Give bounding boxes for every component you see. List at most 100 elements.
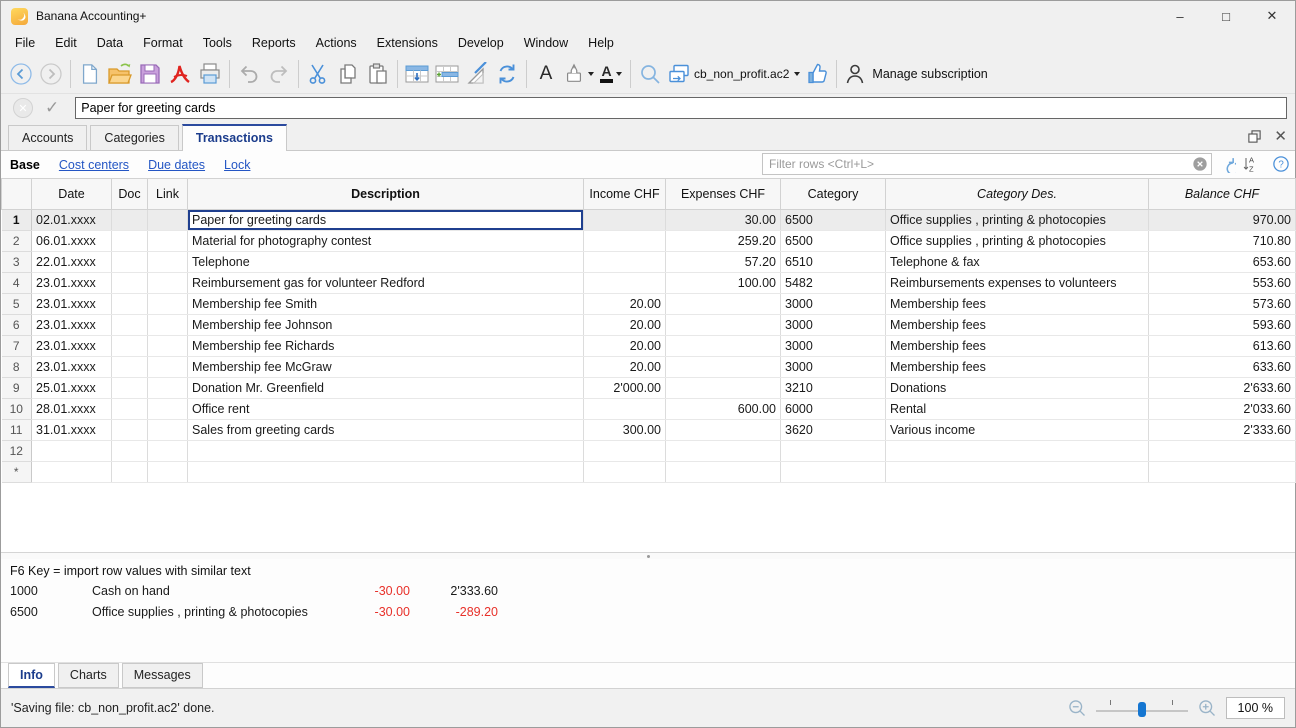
cell-doc[interactable]	[111, 230, 148, 252]
cell-category[interactable]: 3000	[780, 314, 886, 336]
cell-balance[interactable]: 553.60	[1148, 272, 1296, 294]
cell-income[interactable]: 20.00	[583, 356, 666, 378]
cell-category[interactable]: 6500	[780, 209, 886, 231]
cell-category-des[interactable]: Office supplies , printing & photocopies	[885, 230, 1149, 252]
cell-balance[interactable]: 633.60	[1148, 356, 1296, 378]
cell-balance[interactable]: 2'033.60	[1148, 398, 1296, 420]
cell-expenses[interactable]	[665, 440, 781, 462]
cell-doc[interactable]	[111, 461, 148, 483]
cell-income[interactable]	[583, 272, 666, 294]
menu-develop[interactable]: Develop	[448, 33, 514, 53]
cell-balance[interactable]: 2'333.60	[1148, 419, 1296, 441]
cell-doc[interactable]	[111, 209, 148, 231]
cell-expenses[interactable]: 259.20	[665, 230, 781, 252]
cell-category[interactable]: 5482	[780, 272, 886, 294]
cell-category-des[interactable]: Various income	[885, 419, 1149, 441]
cell-date[interactable]	[31, 461, 112, 483]
cell-expenses[interactable]	[665, 335, 781, 357]
copy-button[interactable]	[333, 58, 363, 90]
cell-link[interactable]	[147, 272, 188, 294]
column-header-cat[interactable]: Category	[780, 178, 886, 210]
print-button[interactable]	[195, 58, 225, 90]
column-header-num[interactable]	[1, 178, 32, 210]
undo-button[interactable]	[234, 58, 264, 90]
like-button[interactable]	[802, 58, 832, 90]
zoom-out-button[interactable]	[1067, 698, 1087, 718]
search-button[interactable]	[635, 58, 665, 90]
cell-category-des[interactable]: Membership fees	[885, 335, 1149, 357]
cell-link[interactable]	[147, 419, 188, 441]
back-button[interactable]	[6, 58, 36, 90]
cell-date[interactable]: 23.01.xxxx	[31, 293, 112, 315]
sort-rows-button[interactable]: AZ	[1243, 155, 1261, 173]
cell-description[interactable]: Membership fee Richards	[187, 335, 584, 357]
cell-expenses[interactable]	[665, 377, 781, 399]
cell-description[interactable]: Reimbursement gas for volunteer Redford	[187, 272, 584, 294]
row-number[interactable]: 7	[1, 335, 32, 357]
tab-transactions[interactable]: Transactions	[181, 124, 287, 151]
zoom-slider-handle[interactable]	[1137, 702, 1146, 717]
cell-description[interactable]: Paper for greeting cards	[187, 209, 584, 231]
menu-actions[interactable]: Actions	[306, 33, 367, 53]
insert-row-button[interactable]	[432, 58, 462, 90]
cell-category-des[interactable]	[885, 440, 1149, 462]
menu-reports[interactable]: Reports	[242, 33, 306, 53]
cell-balance[interactable]	[1148, 461, 1296, 483]
cell-date[interactable]	[31, 440, 112, 462]
cell-expenses[interactable]: 600.00	[665, 398, 781, 420]
view-link-cost-centers[interactable]: Cost centers	[59, 158, 129, 172]
column-header-doc[interactable]: Doc	[111, 178, 148, 210]
cell-balance[interactable]: 573.60	[1148, 293, 1296, 315]
save-button[interactable]	[135, 58, 165, 90]
cell-income[interactable]: 20.00	[583, 293, 666, 315]
paste-button[interactable]	[363, 58, 393, 90]
column-header-link[interactable]: Link	[147, 178, 188, 210]
cell-date[interactable]: 23.01.xxxx	[31, 314, 112, 336]
pdf-export-button[interactable]	[165, 58, 195, 90]
filter-rows-input[interactable]	[762, 153, 1212, 175]
cell-category-des[interactable]	[885, 461, 1149, 483]
menu-window[interactable]: Window	[514, 33, 578, 53]
bottom-tab-messages[interactable]: Messages	[121, 663, 203, 688]
text-color-button[interactable]: A	[596, 58, 626, 90]
cell-expenses[interactable]	[665, 314, 781, 336]
recalculate-button[interactable]	[492, 58, 522, 90]
confirm-entry-button[interactable]: ✓	[45, 98, 59, 118]
cell-balance[interactable]: 710.80	[1148, 230, 1296, 252]
column-header-bal[interactable]: Balance CHF	[1148, 178, 1296, 210]
cell-category[interactable]: 3620	[780, 419, 886, 441]
cell-income[interactable]	[583, 209, 666, 231]
redo-button[interactable]	[264, 58, 294, 90]
forward-button[interactable]	[36, 58, 66, 90]
cut-button[interactable]	[303, 58, 333, 90]
row-number[interactable]: 3	[1, 251, 32, 273]
row-number[interactable]: 1	[1, 209, 32, 231]
cell-description[interactable]: Donation Mr. Greenfield	[187, 377, 584, 399]
float-window-button[interactable]	[1247, 129, 1262, 144]
fill-color-button[interactable]	[561, 58, 596, 90]
cell-balance[interactable]: 593.60	[1148, 314, 1296, 336]
column-header-exp[interactable]: Expenses CHF	[665, 178, 781, 210]
cell-income[interactable]	[583, 230, 666, 252]
column-header-date[interactable]: Date	[31, 178, 112, 210]
add-row-button[interactable]	[402, 58, 432, 90]
cell-income[interactable]: 20.00	[583, 335, 666, 357]
row-number[interactable]: 9	[1, 377, 32, 399]
cell-expenses[interactable]	[665, 461, 781, 483]
menu-help[interactable]: Help	[578, 33, 624, 53]
zoom-in-button[interactable]	[1197, 698, 1217, 718]
cell-date[interactable]: 23.01.xxxx	[31, 356, 112, 378]
cell-doc[interactable]	[111, 272, 148, 294]
cell-doc[interactable]	[111, 419, 148, 441]
manage-subscription-button[interactable]: Manage subscription	[841, 58, 989, 90]
filter-clear-button[interactable]	[1192, 156, 1208, 172]
cell-date[interactable]: 23.01.xxxx	[31, 272, 112, 294]
row-number[interactable]: 8	[1, 356, 32, 378]
column-header-desc[interactable]: Description	[187, 178, 584, 210]
row-number[interactable]: 11	[1, 419, 32, 441]
row-number[interactable]: 2	[1, 230, 32, 252]
cell-description[interactable]	[187, 461, 584, 483]
cell-category[interactable]: 3000	[780, 335, 886, 357]
cell-category-des[interactable]: Office supplies , printing & photocopies	[885, 209, 1149, 231]
cell-description[interactable]: Membership fee Johnson	[187, 314, 584, 336]
